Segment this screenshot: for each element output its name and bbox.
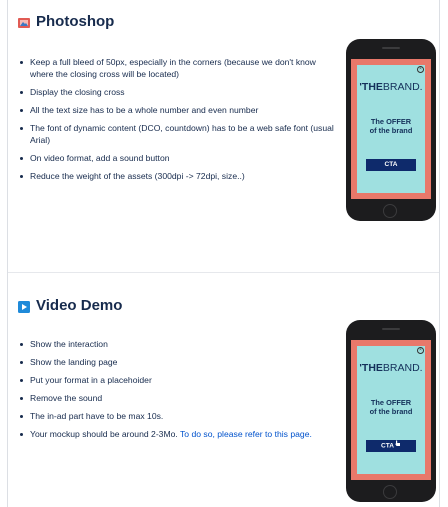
ad-screen: × 'THEBRAND. The OFFER of the brand CTA <box>351 340 431 480</box>
photoshop-list: Keep a full bleed of 50px, especially in… <box>18 56 338 182</box>
offer-line-2: of the brand <box>369 407 413 416</box>
ad-creative: × 'THEBRAND. The OFFER of the brand CTA <box>357 346 425 474</box>
ad-creative: × 'THEBRAND. The OFFER of the brand CTA <box>357 65 425 193</box>
refer-page-link[interactable]: To do so, please refer to this page. <box>180 429 312 439</box>
photoshop-heading: Photoshop <box>18 13 348 30</box>
home-button-icon <box>383 204 397 218</box>
home-button-icon <box>383 485 397 499</box>
section-divider <box>8 272 439 273</box>
video-demo-list: Show the interaction Show the landing pag… <box>18 338 338 440</box>
list-item: Show the landing page <box>18 356 338 368</box>
image-icon <box>18 16 30 28</box>
video-demo-heading: Video Demo <box>18 297 348 314</box>
list-item: Keep a full bleed of 50px, especially in… <box>18 56 338 80</box>
brand-logo: 'THEBRAND. <box>357 362 425 374</box>
list-item: Show the interaction <box>18 338 338 350</box>
cta-button[interactable]: CTA <box>366 440 416 452</box>
phone-mockup-video: × 'THEBRAND. The OFFER of the brand CTA <box>346 320 436 502</box>
brand-bold: 'THE <box>359 362 383 374</box>
brand-thin: BRAND. <box>382 81 423 93</box>
cta-label: CTA <box>381 442 394 450</box>
cta-button[interactable]: CTA <box>366 159 416 171</box>
play-icon <box>18 300 30 313</box>
phone-mockup: × 'THEBRAND. The OFFER of the brand CTA <box>346 39 436 221</box>
list-item: Remove the sound <box>18 392 338 404</box>
video-demo-section: Video Demo Show the interaction Show the … <box>18 297 348 446</box>
phone-speaker <box>382 47 400 49</box>
ad-screen: × 'THEBRAND. The OFFER of the brand CTA <box>351 59 431 199</box>
offer-text: The OFFER of the brand <box>357 117 425 135</box>
list-item: Your mockup should be around 2-3Mo. To d… <box>18 428 338 440</box>
close-icon[interactable]: × <box>417 66 424 73</box>
close-icon[interactable]: × <box>417 347 424 354</box>
list-item: On video format, add a sound button <box>18 152 338 164</box>
list-item-text: Your mockup should be around 2-3Mo. <box>30 429 181 439</box>
brand-logo: 'THEBRAND. <box>357 81 425 93</box>
offer-line-1: The OFFER <box>370 117 412 126</box>
photoshop-title: Photoshop <box>36 13 115 30</box>
offer-line-1: The OFFER <box>370 398 412 407</box>
phone-speaker <box>382 328 400 330</box>
video-demo-title: Video Demo <box>36 297 123 314</box>
photoshop-section: Photoshop Keep a full bleed of 50px, esp… <box>18 13 348 188</box>
list-item: All the text size has to be a whole numb… <box>18 104 338 116</box>
offer-line-2: of the brand <box>369 126 413 135</box>
offer-text: The OFFER of the brand <box>357 398 425 416</box>
brand-thin: BRAND. <box>382 362 423 374</box>
list-item: The in-ad part have to be max 10s. <box>18 410 338 422</box>
list-item: The font of dynamic content (DCO, countd… <box>18 122 338 146</box>
list-item: Put your format in a placehoider <box>18 374 338 386</box>
brand-bold: 'THE <box>359 81 383 93</box>
hand-cursor-icon <box>395 440 401 452</box>
list-item: Display the closing cross <box>18 86 338 98</box>
list-item: Reduce the weight of the assets (300dpi … <box>18 170 338 182</box>
